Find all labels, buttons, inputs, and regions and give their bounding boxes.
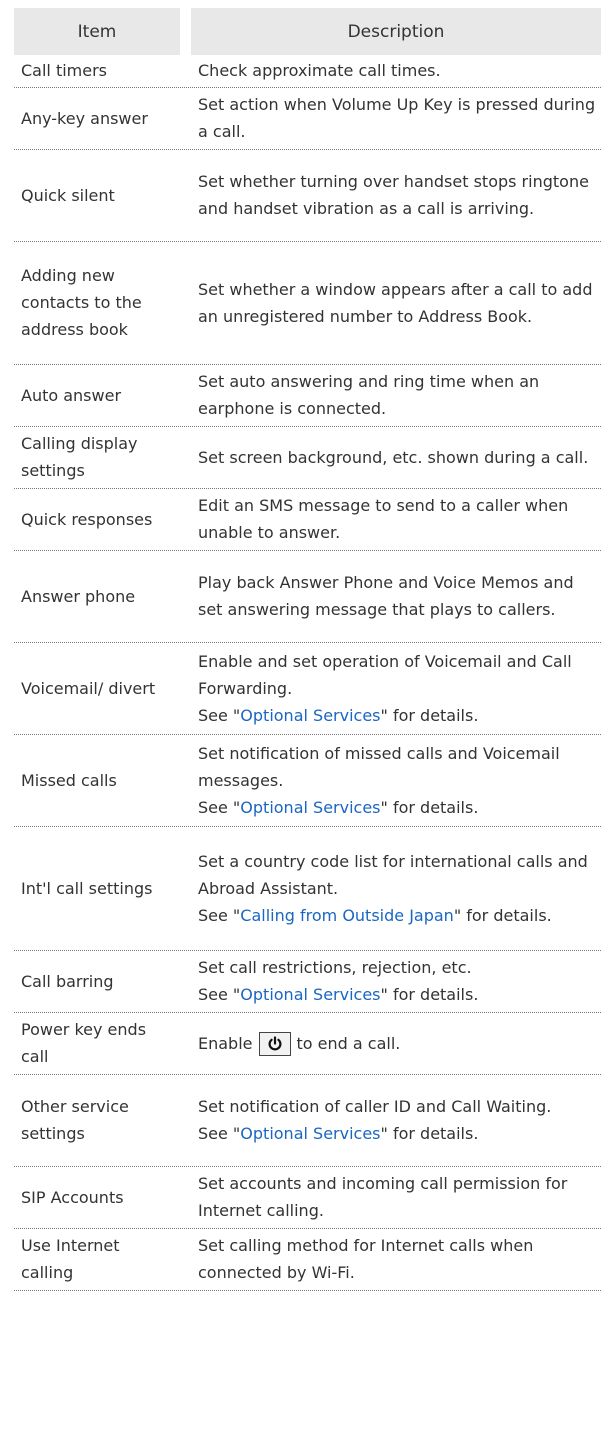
row-description: Enable to end a call.	[191, 1013, 601, 1075]
row-item: Quick responses	[21, 509, 153, 529]
table-row: Power key ends call Enable to end a call.	[14, 1013, 601, 1075]
see-prefix: See "	[198, 797, 241, 817]
table-row: Auto answer Set auto answering and ring …	[14, 365, 601, 427]
row-item: Use Internet calling	[21, 1236, 120, 1282]
row-item: Calling display settings	[21, 434, 138, 480]
see-prefix: See "	[198, 705, 241, 725]
row-description: Play back Answer Phone and Voice Memos a…	[198, 573, 574, 619]
row-item: Call barring	[21, 971, 114, 991]
row-item: Int'l call settings	[21, 878, 153, 898]
description-text: Set a country code list for internationa…	[198, 851, 588, 898]
row-description: Edit an SMS message to send to a caller …	[198, 496, 569, 542]
row-description: Set call restrictions, rejection, etc. S…	[191, 951, 601, 1013]
row-description: Enable and set operation of Voicemail an…	[191, 643, 601, 735]
row-item: Power key ends call	[21, 1020, 147, 1066]
row-item: SIP Accounts	[21, 1187, 124, 1207]
row-description: Set screen background, etc. shown during…	[198, 447, 589, 467]
see-prefix: See "	[198, 1124, 241, 1143]
description-text: Set call restrictions, rejection, etc.	[198, 958, 472, 977]
column-header-item: Item	[14, 8, 180, 55]
description-text: Set notification of missed calls and Voi…	[198, 743, 560, 790]
see-suffix: " for details.	[380, 1124, 479, 1143]
power-key-icon	[258, 1032, 291, 1056]
optional-services-link[interactable]: Optional Services	[240, 706, 380, 725]
see-suffix: " for details.	[380, 705, 479, 725]
table-header: Item Description	[14, 8, 601, 55]
optional-services-link[interactable]: Optional Services	[240, 1124, 380, 1143]
row-item: Adding new contacts to the address book	[21, 266, 142, 339]
row-description: Set notification of caller ID and Call W…	[191, 1075, 601, 1167]
table-row: Missed calls Set notification of missed …	[14, 735, 601, 827]
see-prefix: See "	[198, 905, 241, 925]
table-row: Call timers Check approximate call times…	[14, 55, 601, 88]
row-item: Call timers	[21, 61, 108, 80]
row-item: Auto answer	[21, 385, 122, 405]
description-text-after: to end a call.	[296, 1033, 401, 1053]
description-text-before: Enable	[198, 1033, 253, 1053]
table-row: Calling display settings Set screen back…	[14, 427, 601, 489]
table-row: Other service settings Set notification …	[14, 1075, 601, 1167]
table-row: Int'l call settings Set a country code l…	[14, 827, 601, 951]
row-item: Missed calls	[21, 770, 117, 790]
table-row: Voicemail/ divert Enable and set operati…	[14, 643, 601, 735]
row-item: Answer phone	[21, 586, 136, 606]
see-suffix: " for details.	[380, 797, 479, 817]
table-row: Answer phone Play back Answer Phone and …	[14, 551, 601, 643]
row-description: Set whether turning over handset stops r…	[198, 172, 589, 218]
optional-services-link[interactable]: Optional Services	[240, 798, 380, 817]
row-item: Voicemail/ divert	[21, 678, 156, 698]
table-row: Quick responses Edit an SMS message to s…	[14, 489, 601, 551]
row-description: Set calling method for Internet calls wh…	[198, 1236, 534, 1282]
row-description: Set a country code list for internationa…	[191, 827, 601, 951]
description-text: Set notification of caller ID and Call W…	[198, 1097, 552, 1116]
table-row: Call barring Set call restrictions, reje…	[14, 951, 601, 1013]
description-text: Enable and set operation of Voicemail an…	[198, 651, 572, 698]
row-description: Set action when Volume Up Key is pressed…	[198, 95, 596, 141]
table-row: SIP Accounts Set accounts and incoming c…	[14, 1167, 601, 1229]
optional-services-link[interactable]: Optional Services	[240, 985, 380, 1004]
settings-table: Item Description Call timers Check appro…	[14, 8, 601, 1291]
table-row: Use Internet calling Set calling method …	[14, 1229, 601, 1291]
row-description: Set whether a window appears after a cal…	[198, 279, 593, 326]
see-prefix: See "	[198, 985, 241, 1004]
column-header-description: Description	[191, 8, 601, 55]
row-description: Set notification of missed calls and Voi…	[191, 735, 601, 827]
row-description: Set accounts and incoming call permissio…	[198, 1174, 568, 1220]
row-item: Other service settings	[21, 1097, 129, 1143]
row-item: Any-key answer	[21, 108, 148, 128]
row-description: Set auto answering and ring time when an…	[198, 372, 540, 418]
see-suffix: " for details.	[453, 905, 552, 925]
see-suffix: " for details.	[380, 985, 479, 1004]
table-row: Quick silent Set whether turning over ha…	[14, 150, 601, 242]
table-row: Any-key answer Set action when Volume Up…	[14, 88, 601, 150]
row-description: Check approximate call times.	[198, 61, 441, 80]
calling-from-outside-japan-link[interactable]: Calling from Outside Japan	[240, 906, 454, 925]
row-item: Quick silent	[21, 185, 115, 205]
table-row: Adding new contacts to the address book …	[14, 242, 601, 365]
